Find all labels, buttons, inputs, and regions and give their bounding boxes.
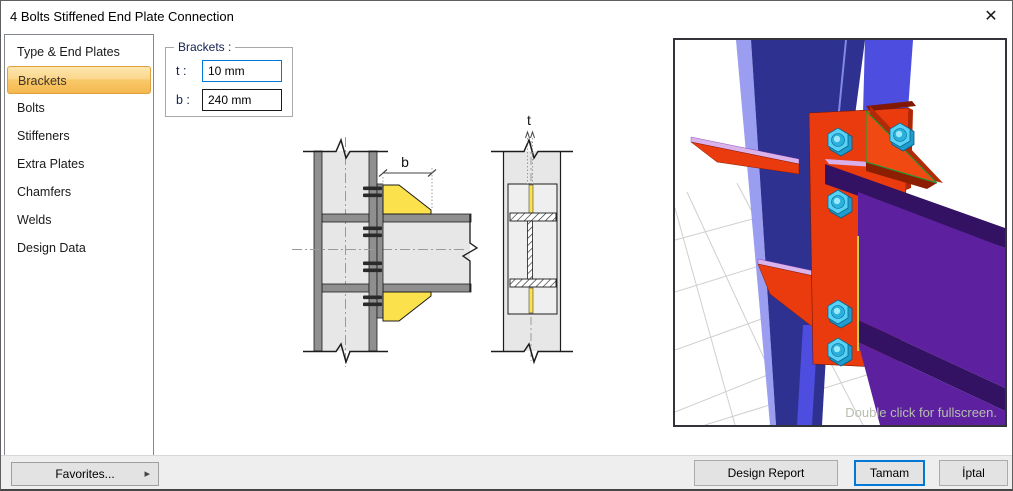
chevron-right-icon: ▸ <box>144 467 150 480</box>
b-input[interactable] <box>202 89 282 111</box>
sidebar-item-stiffeners[interactable]: Stiffeners <box>5 122 153 150</box>
field-row-t: t : <box>176 60 282 82</box>
sidebar-item-design-data[interactable]: Design Data <box>5 234 153 262</box>
fullscreen-hint: Double click for fullscreen. <box>845 405 997 420</box>
dim-b-label: b <box>401 154 409 170</box>
design-report-button[interactable]: Design Report <box>694 460 838 486</box>
viewport-3d[interactable]: Double click for fullscreen. <box>673 38 1007 427</box>
sidebar-item-extra-plates[interactable]: Extra Plates <box>5 150 153 178</box>
top-bracket <box>383 185 431 214</box>
favorites-button[interactable]: Favorites... ▸ <box>11 462 159 486</box>
favorites-label: Favorites... <box>55 467 114 481</box>
sidebar-item-bolts[interactable]: Bolts <box>5 94 153 122</box>
sidebar-item-chamfers[interactable]: Chamfers <box>5 178 153 206</box>
section-view: t <box>491 112 573 362</box>
ok-button[interactable]: Tamam <box>854 460 925 486</box>
groupbox-title: Brackets : <box>174 40 235 54</box>
sidebar-item-welds[interactable]: Welds <box>5 206 153 234</box>
t-label: t : <box>176 64 202 78</box>
titlebar: 4 Bolts Stiffened End Plate Connection ✕ <box>1 1 1012 33</box>
render-3d: Double click for fullscreen. <box>675 40 1005 425</box>
sidebar-item-type-end-plates[interactable]: Type & End Plates <box>5 38 153 66</box>
footer-bar: Favorites... ▸ Design Report Tamam İptal <box>1 455 1012 489</box>
field-row-b: b : <box>176 89 282 111</box>
elevation-view: b <box>292 137 477 367</box>
bottom-bracket <box>383 292 431 321</box>
b-label: b : <box>176 93 202 107</box>
sidebar-item-brackets[interactable]: Brackets <box>7 66 151 94</box>
close-icon[interactable]: ✕ <box>976 4 1006 30</box>
connection-drawing: b t <box>281 101 616 391</box>
dialog-title: 4 Bolts Stiffened End Plate Connection <box>10 9 234 24</box>
connection-dialog: 4 Bolts Stiffened End Plate Connection ✕… <box>0 0 1013 491</box>
brackets-groupbox: Brackets : t : b : <box>165 47 293 117</box>
cancel-button[interactable]: İptal <box>939 460 1008 486</box>
category-list: Type & End Plates Brackets Bolts Stiffen… <box>4 34 154 456</box>
dim-t-label: t <box>527 112 531 128</box>
t-input[interactable] <box>202 60 282 82</box>
